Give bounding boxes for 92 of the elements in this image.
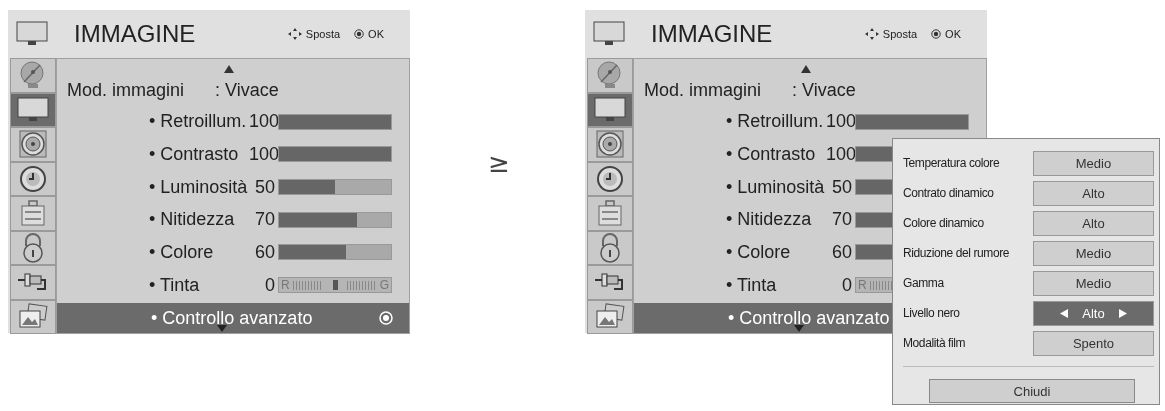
category-tab[interactable] [10,92,56,127]
category-tab[interactable] [587,127,633,162]
speaker-icon [596,130,624,159]
setting-value: : Vivace [215,80,279,102]
photos-icon [18,302,48,331]
setting-value: 70 [830,209,852,231]
scale-label: R [858,278,867,293]
slider-track[interactable] [278,179,392,196]
option-label: Livello nero [903,306,961,320]
setting-label: • Colore [726,241,792,263]
padlock-icon [597,232,623,263]
category-tab[interactable] [10,230,56,265]
setting-label: • Tinta [726,274,778,296]
setting-label: • Retroillum. [149,111,248,133]
move-arrows-icon [864,28,879,40]
menu-item-label: • Controllo avanzato [151,309,313,328]
clock-icon [19,164,47,193]
setting-label: • Luminosità [149,176,249,198]
setting-value: 50 [830,176,852,198]
option-label: Temperatura colore [903,156,1001,170]
setting-label: • Colore [149,241,215,263]
option-value-box[interactable]: Alto [1032,180,1154,206]
setting-label: • Contrasto [149,143,240,165]
option-value-box[interactable]: Medio [1032,270,1154,296]
left-arrow-icon [1060,308,1069,318]
setting-value: 0 [841,274,852,296]
tv-icon [594,96,626,123]
case-icon [596,199,624,228]
scale-label: G [379,278,389,293]
setting-label: • Nitidezza [149,209,236,231]
ok-button-icon [354,29,365,39]
up-arrow-icon [224,65,234,73]
move-arrows-icon [287,28,302,40]
speaker-icon [19,130,47,159]
slider-track[interactable] [278,244,392,261]
down-arrow-icon [794,325,804,332]
option-label: Colore dinamico [903,216,985,230]
option-value-box[interactable]: Alto [1032,300,1154,326]
menu-title: IMMAGINE [651,20,774,48]
ok-button-icon [931,29,942,39]
option-label: Modalità film [903,336,967,350]
setting-label: • Nitidezza [726,209,813,231]
hint-label: Sposta [305,28,341,40]
option-label: Riduzione del rumore [903,246,1011,260]
setting-value: 50 [253,176,275,198]
close-button[interactable]: Chiudi [929,379,1135,403]
setting-value: 60 [253,241,275,263]
clock-icon [596,164,624,193]
setting-label: • Retroillum. [726,111,825,133]
padlock-icon [20,232,46,263]
next-step-sign: ≥ [488,148,511,178]
menu-title: IMMAGINE [74,20,197,48]
setting-label: Mod. immagini [644,80,763,102]
setting-label: • Tinta [149,274,201,296]
photos-icon [595,302,625,331]
right-arrow-icon [1118,308,1127,318]
option-value-box[interactable]: Medio [1032,150,1154,176]
down-arrow-icon [217,325,227,332]
category-tab[interactable] [10,299,56,334]
hint-label: OK [368,28,384,40]
slider-thumb[interactable] [333,280,338,291]
tv-icon [593,21,625,47]
setting-value: 0 [264,274,275,296]
option-label: Contrato dinamico [903,186,995,200]
hint-label: Sposta [882,28,918,40]
setting-label: • Luminosità [726,176,826,198]
option-label: Gamma [903,276,945,290]
setting-value: : Vivace [792,80,856,102]
option-value-box[interactable]: Medio [1032,240,1154,266]
setting-label: • Contrasto [726,143,817,165]
hint-label: OK [945,28,961,40]
category-tab[interactable] [587,92,633,127]
up-arrow-icon [801,65,811,73]
category-tab[interactable] [10,127,56,162]
setting-label: Mod. immagini [67,80,186,102]
option-value-box[interactable]: Spento [1032,330,1154,356]
setting-value: 70 [253,209,275,231]
scale-label: R [281,278,290,293]
option-value-box[interactable]: Alto [1032,210,1154,236]
menu-item[interactable]: • Controllo avanzato [57,303,409,333]
category-tab[interactable] [587,265,633,300]
category-tab[interactable] [587,299,633,334]
menu-item-label: • Controllo avanzato [728,309,890,328]
category-tab[interactable] [587,230,633,265]
tv-icon [16,21,48,47]
category-tab[interactable] [587,161,633,196]
case-icon [19,199,47,228]
tv-icon [17,96,49,123]
category-tab[interactable] [10,161,56,196]
setting-value: 60 [830,241,852,263]
slider-track[interactable] [278,211,392,228]
category-tab[interactable] [10,265,56,300]
